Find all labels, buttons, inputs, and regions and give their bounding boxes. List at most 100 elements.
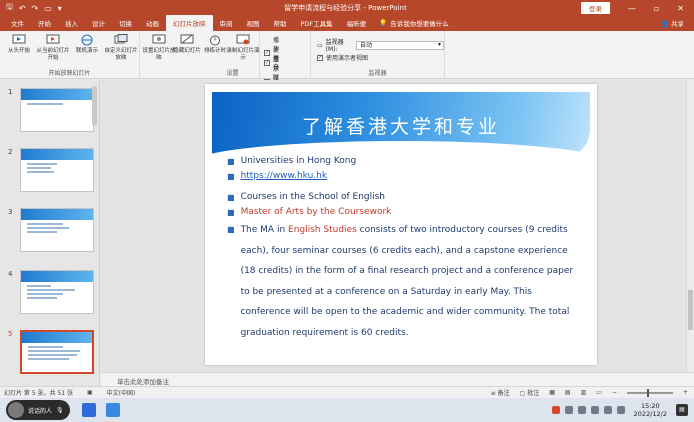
thumbnail-number: 4	[8, 270, 13, 278]
group-label-setup: 设置	[226, 70, 239, 77]
clock-date: 2022/12/2	[633, 410, 667, 418]
tab-pdf-tools[interactable]: PDF工具集	[294, 18, 340, 31]
accessibility-icon[interactable]: ▣	[87, 389, 93, 396]
current-slide[interactable]: 了解香港大学和专业 ■ Universities in Hong Kong ■ …	[205, 84, 597, 365]
tab-transitions[interactable]: 切换	[112, 18, 139, 31]
hide-slide-icon	[180, 34, 194, 44]
tab-foxit[interactable]: 福昕便	[340, 18, 374, 31]
taskbar-app-icon[interactable]	[81, 403, 96, 417]
chevron-down-icon[interactable]: ▾	[58, 4, 62, 13]
minimize-button[interactable]: —	[628, 4, 636, 13]
zoom-in-icon[interactable]: +	[683, 389, 688, 396]
tab-home[interactable]: 开始	[31, 18, 58, 31]
thumbnail-image	[20, 270, 94, 314]
monitor-select[interactable]: 自动	[355, 40, 444, 50]
thumbnail-image	[20, 330, 94, 374]
redo-icon[interactable]: ↷	[32, 4, 39, 13]
thumbnail-number: 1	[8, 88, 13, 96]
network-icon[interactable]	[603, 406, 612, 414]
sorter-view-icon[interactable]: ▤	[565, 389, 571, 396]
meeting-chip[interactable]: 说话的人 🎙	[6, 400, 70, 420]
from-beginning-button[interactable]: 从头开始	[2, 34, 36, 55]
custom-slideshow-button[interactable]: 自定义幻灯片放映	[104, 34, 138, 61]
share-button[interactable]: 👤 共享	[661, 18, 694, 31]
save-icon[interactable]: 🖫	[6, 1, 13, 15]
slide-title[interactable]: 了解香港大学和专业	[205, 112, 597, 139]
tab-slideshow[interactable]: 幻灯片放映	[166, 15, 213, 31]
from-current-button[interactable]: 从当前幻灯片开始	[36, 34, 70, 61]
presenter-view-checkbox[interactable]: ✓ 使用演示者视图	[317, 53, 368, 62]
bullet-master: ■ Master of Arts by the Coursework	[227, 205, 577, 220]
thumbnail-number: 2	[8, 148, 13, 156]
online-present-button[interactable]: 联机演示	[70, 34, 104, 55]
record-slideshow-button[interactable]: 录制幻灯片演示	[226, 34, 260, 61]
slideshow-view-icon[interactable]: ▭	[596, 389, 602, 396]
bullet-hku-link: ■ https://www.hku.hk	[227, 169, 577, 184]
tab-insert[interactable]: 插入	[58, 18, 85, 31]
zoom-out-icon[interactable]: −	[612, 389, 617, 396]
tab-file[interactable]: 文件	[4, 18, 31, 31]
notes-icon: ≡	[490, 390, 498, 397]
system-tray: 15:20 2022/12/2 ▤	[551, 402, 694, 418]
start-slideshow-icon[interactable]: ▭	[44, 4, 52, 13]
share-label: 共享	[671, 20, 684, 28]
monitor-icon: ▭	[317, 41, 323, 49]
microphone-icon: 🎙	[56, 406, 64, 414]
canvas-scrollbar[interactable]	[686, 80, 694, 372]
reading-view-icon[interactable]: ▥	[581, 389, 587, 396]
ribbon-group-monitors: ▭ 监视器(M): 自动 ✓使用演示者视图 监视器	[310, 31, 445, 79]
thumbnail-number: 5	[8, 330, 13, 338]
checkmark-icon: ✓	[317, 54, 323, 61]
bullet-universities: ■ Universities in Hong Kong	[227, 154, 577, 169]
login-button[interactable]: 登录	[580, 2, 610, 14]
tab-design[interactable]: 设计	[85, 18, 112, 31]
group-label-start: 开始放映幻灯片	[48, 70, 91, 77]
slide-thumbnail-panel: 1 2 3 4 5	[0, 80, 100, 386]
maximize-button[interactable]: ▫	[654, 4, 659, 13]
slide-count: 幻灯片 第 5 张，共 51 张	[4, 390, 73, 397]
taskbar: 说话的人 🎙 15:20 2022/12/2 ▤	[0, 398, 694, 422]
lightbulb-icon: 💡	[379, 19, 388, 27]
comments-toggle[interactable]: ▢ 批注	[520, 388, 540, 397]
tab-view[interactable]: 视图	[240, 18, 267, 31]
record-slideshow-label: 录制幻灯片演示	[226, 48, 260, 61]
tray-app-icon[interactable]	[577, 406, 586, 414]
setup-icon	[152, 34, 166, 44]
tray-app-icon[interactable]	[564, 406, 573, 414]
custom-slideshow-label: 自定义幻灯片放映	[104, 48, 138, 61]
bullet-icon: ■	[227, 225, 235, 234]
record-icon	[236, 34, 250, 45]
tab-review[interactable]: 审阅	[213, 18, 240, 31]
description-text: The MA in English Studies consists of tw…	[240, 225, 574, 338]
clock[interactable]: 15:20 2022/12/2	[634, 402, 667, 418]
input-method-icon[interactable]	[551, 406, 560, 414]
volume-icon[interactable]	[616, 406, 625, 414]
bullet-text: Courses in the School of English	[240, 192, 386, 202]
thumbnail-scrollbar[interactable]	[92, 80, 97, 386]
rehearse-timings-label: 排练计时	[203, 48, 226, 54]
slide-body[interactable]: ■ Universities in Hong Kong ■ https://ww…	[227, 154, 577, 343]
close-button[interactable]: ✕	[677, 4, 684, 13]
meeting-label: 说话的人	[28, 407, 53, 415]
group-label-monitors: 监视器	[368, 70, 387, 77]
undo-icon[interactable]: ↶	[19, 4, 26, 13]
notes-toggle[interactable]: ≡ 备注	[491, 388, 510, 397]
globe-icon	[81, 34, 93, 46]
from-beginning-label: 从头开始	[7, 48, 30, 54]
tray-app-icon[interactable]	[590, 406, 599, 414]
stopwatch-icon	[210, 35, 220, 46]
tab-help[interactable]: 帮助	[267, 18, 294, 31]
notes-pane[interactable]: 单击此处添加备注	[101, 372, 694, 386]
language-status[interactable]: 中文(中国)	[107, 388, 136, 397]
clock-time: 15:20	[640, 402, 660, 410]
tell-me-search[interactable]: 💡 告诉我你想要做什么	[373, 18, 455, 31]
tab-animations[interactable]: 动画	[139, 18, 166, 31]
zoom-slider[interactable]	[626, 388, 673, 397]
hku-link[interactable]: https://www.hku.hk	[241, 169, 328, 184]
normal-view-icon[interactable]: ▦	[549, 389, 555, 396]
notes-label: 备注	[497, 390, 510, 397]
notification-icon[interactable]: ▤	[676, 404, 688, 416]
from-current-label: 从当前幻灯片开始	[36, 48, 70, 61]
ribbon-group-start-slideshow: 从头开始 从当前幻灯片开始 联机演示 自定义幻灯片放映 开始放映幻灯片	[0, 31, 140, 79]
taskbar-app-icon[interactable]	[105, 403, 120, 417]
